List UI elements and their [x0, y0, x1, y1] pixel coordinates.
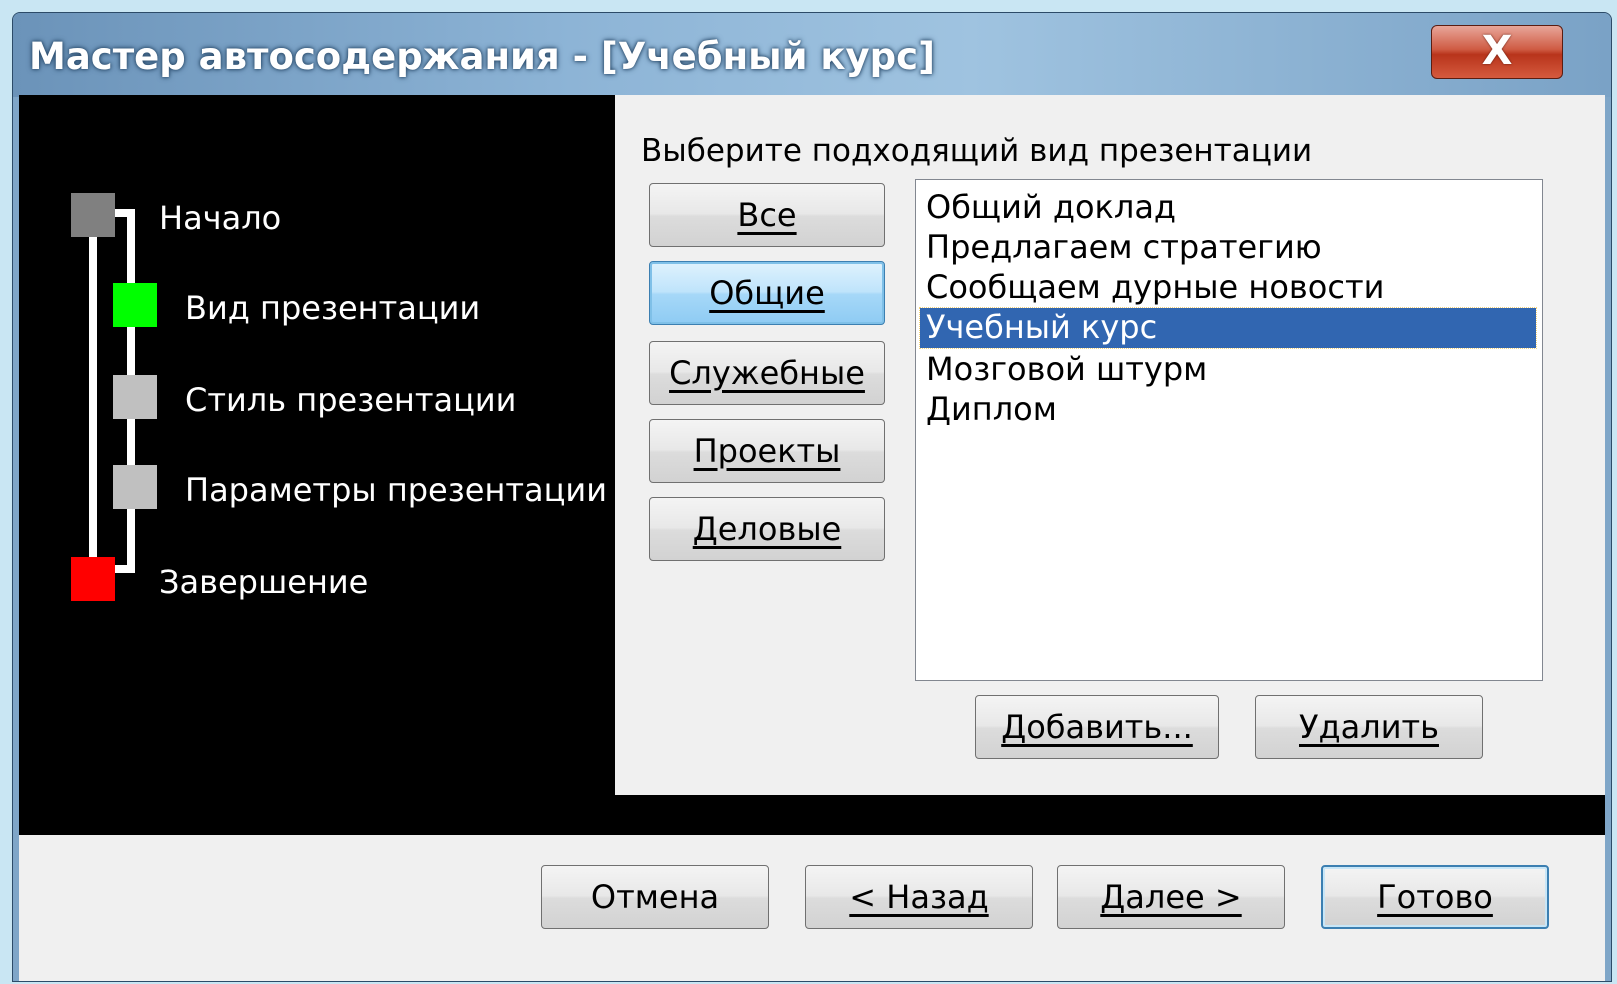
window-title: Мастер автосодержания - [Учебный курс]	[29, 35, 935, 78]
presentation-list[interactable]: Общий доклад Предлагаем стратегию Сообща…	[915, 179, 1543, 681]
wizard-window: Мастер автосодержания - [Учебный курс] X…	[12, 12, 1612, 982]
category-all-button[interactable]: Все	[649, 183, 885, 247]
step-label-start: Начало	[159, 199, 282, 237]
next-button[interactable]: Далее >	[1057, 865, 1285, 929]
add-button-label: Добавить...	[1001, 708, 1193, 746]
step-label-presentation-options: Параметры презентации	[185, 471, 607, 509]
list-item[interactable]: Мозговой штурм	[920, 350, 1536, 390]
category-corporate-button[interactable]: Служебные	[649, 341, 885, 405]
delete-button-label: Удалить	[1299, 708, 1439, 746]
step-label-presentation-style: Стиль презентации	[185, 381, 517, 419]
category-business-label: Деловые	[692, 510, 842, 548]
next-button-label: Далее >	[1100, 878, 1242, 916]
list-item-selected[interactable]: Учебный курс	[919, 307, 1537, 349]
cancel-button-label: Отмена	[590, 878, 720, 916]
category-general-label: Общие	[709, 274, 825, 312]
back-button[interactable]: < Назад	[805, 865, 1033, 929]
step-marker-presentation-type	[113, 283, 157, 327]
category-corporate-label: Служебные	[669, 354, 865, 392]
back-button-label: < Назад	[849, 878, 989, 916]
panel-prompt: Выберите подходящий вид презентации	[641, 133, 1313, 169]
delete-button[interactable]: Удалить	[1255, 695, 1483, 759]
step-label-presentation-type: Вид презентации	[185, 289, 481, 327]
step-label-finish: Завершение	[159, 563, 369, 601]
finish-button[interactable]: Готово	[1321, 865, 1549, 929]
steps-rail-outer	[89, 205, 97, 575]
category-projects-button[interactable]: Проекты	[649, 419, 885, 483]
presentation-type-panel: Выберите подходящий вид презентации Все …	[615, 95, 1605, 795]
category-business-button[interactable]: Деловые	[649, 497, 885, 561]
list-item[interactable]: Сообщаем дурные новости	[920, 268, 1536, 308]
wizard-footer: Отмена < Назад Далее > Готово	[19, 835, 1605, 981]
step-marker-start	[71, 193, 115, 237]
close-button[interactable]: X	[1431, 25, 1563, 79]
category-general-button[interactable]: Общие	[649, 261, 885, 325]
step-marker-presentation-options	[113, 465, 157, 509]
category-all-label: Все	[737, 196, 797, 234]
cancel-button[interactable]: Отмена	[541, 865, 769, 929]
finish-button-label: Готово	[1377, 878, 1493, 916]
category-projects-label: Проекты	[693, 432, 841, 470]
list-item[interactable]: Общий доклад	[920, 188, 1536, 228]
step-marker-finish	[71, 557, 115, 601]
title-bar[interactable]: Мастер автосодержания - [Учебный курс] X	[13, 13, 1611, 97]
list-item[interactable]: Предлагаем стратегию	[920, 228, 1536, 268]
close-icon: X	[1481, 28, 1513, 74]
list-item[interactable]: Диплом	[920, 390, 1536, 430]
add-button[interactable]: Добавить...	[975, 695, 1219, 759]
wizard-client-area: Начало Вид презентации Стиль презентации…	[19, 95, 1605, 981]
step-marker-presentation-style	[113, 375, 157, 419]
